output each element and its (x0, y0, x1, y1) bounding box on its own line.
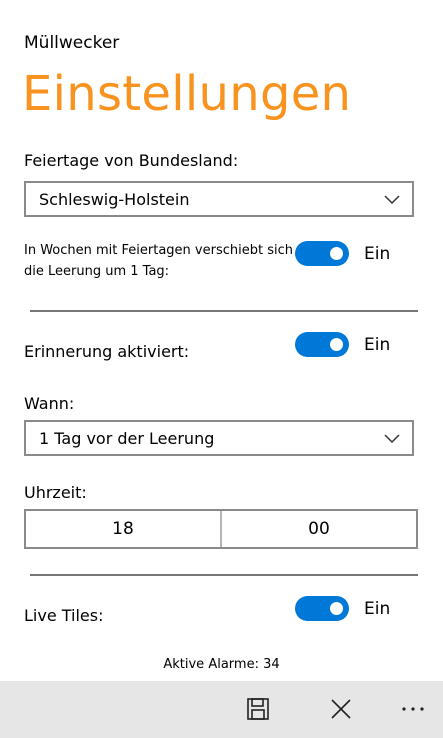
holiday-shift-text-line1: In Wochen mit Feiertagen verschiebt sich (24, 243, 293, 258)
section-divider (30, 574, 418, 576)
app-name: Müllwecker (24, 33, 120, 53)
when-value: 1 Tag vor der Leerung (39, 428, 215, 448)
reminder-toggle-state: Ein (364, 335, 391, 355)
more-icon (402, 707, 424, 711)
chevron-down-icon (384, 195, 400, 205)
time-picker[interactable]: 18 00 (24, 509, 418, 549)
active-alarms-count: Aktive Alarme: 34 (163, 657, 280, 672)
minute-field[interactable]: 00 (222, 511, 416, 547)
toggle-knob (330, 602, 343, 615)
save-button[interactable] (243, 694, 273, 724)
reminder-toggle[interactable] (295, 332, 349, 357)
time-label: Uhrzeit: (24, 483, 87, 502)
toggle-knob (330, 338, 343, 351)
holiday-shift-text-line2: die Leerung um 1 Tag: (24, 264, 170, 279)
reminder-label: Erinnerung aktiviert: (24, 342, 190, 361)
save-icon (247, 698, 269, 720)
chevron-down-icon (384, 434, 400, 444)
when-label: Wann: (24, 394, 75, 413)
live-tiles-toggle-state: Ein (364, 599, 391, 619)
when-dropdown[interactable]: 1 Tag vor der Leerung (24, 420, 414, 456)
holiday-state-label: Feiertage von Bundesland: (24, 151, 239, 170)
holiday-shift-toggle[interactable] (295, 241, 349, 266)
cancel-button[interactable] (326, 694, 356, 724)
live-tiles-label: Live Tiles: (24, 606, 104, 625)
holiday-state-dropdown[interactable]: Schleswig-Holstein (24, 181, 414, 217)
holiday-state-value: Schleswig-Holstein (39, 189, 190, 209)
holiday-shift-toggle-state: Ein (364, 244, 391, 264)
holiday-shift-text: In Wochen mit Feiertagen verschiebt sich… (24, 240, 293, 282)
toggle-knob (330, 247, 343, 260)
section-divider (30, 310, 418, 312)
more-button[interactable] (398, 694, 428, 724)
close-icon (331, 699, 351, 719)
app-bar (0, 681, 443, 738)
hour-field[interactable]: 18 (26, 511, 220, 547)
page-title: Einstellungen (22, 66, 352, 122)
live-tiles-toggle[interactable] (295, 596, 349, 621)
